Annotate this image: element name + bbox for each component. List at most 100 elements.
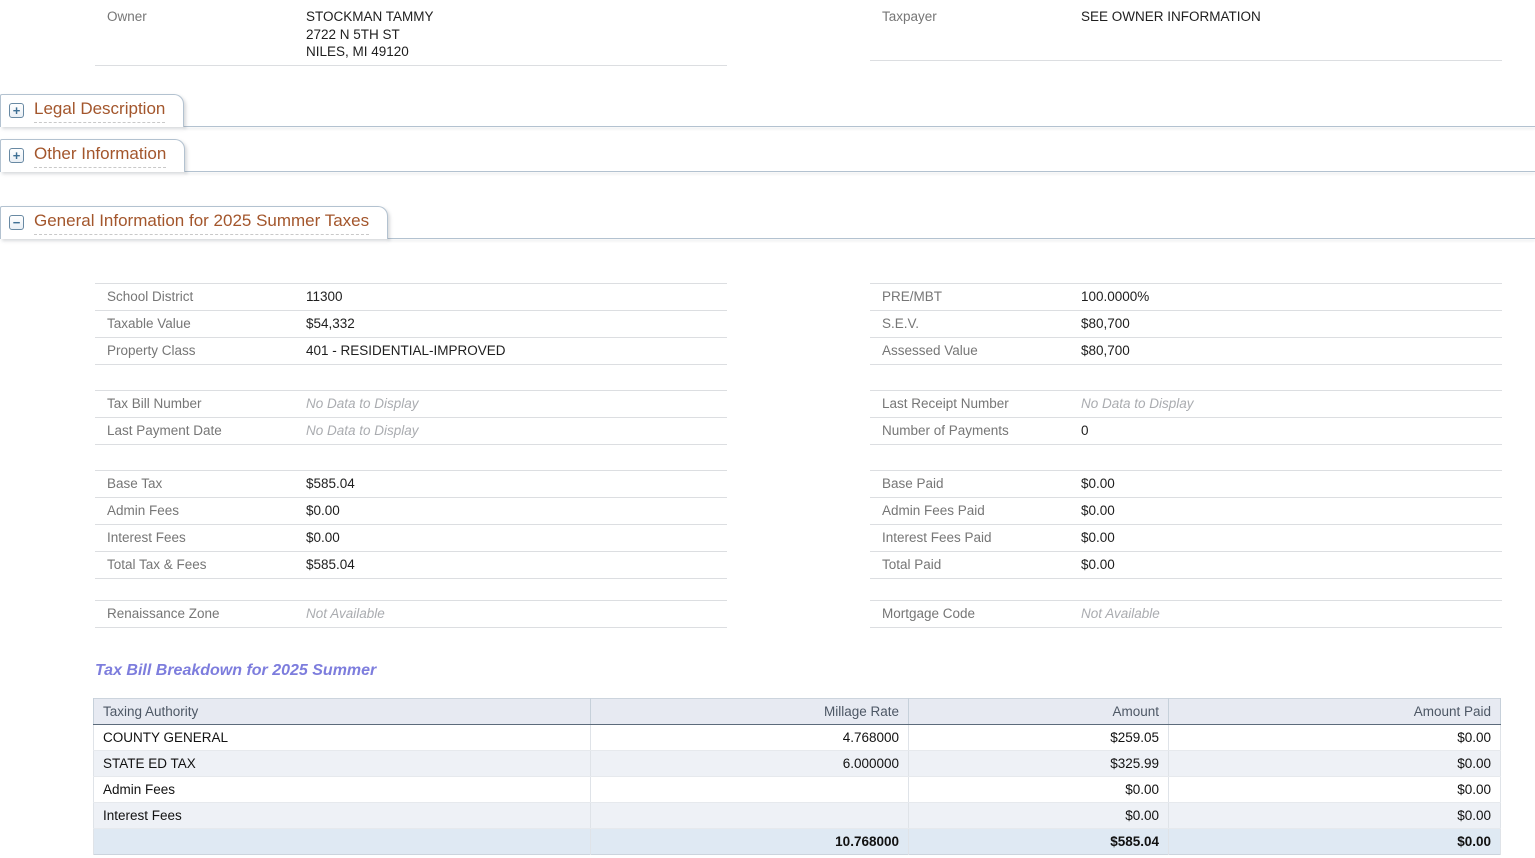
tab-title-legal-description: Legal Description — [34, 99, 166, 123]
collapse-icon[interactable]: − — [9, 215, 24, 230]
field-value: No Data to Display — [306, 422, 419, 438]
field-value: $0.00 — [1081, 556, 1115, 572]
field-value: $80,700 — [1081, 315, 1130, 331]
cell-amount: $0.00 — [908, 802, 1169, 829]
tax-totals-group-left: Base Tax $585.04 Admin Fees $0.00 Intere… — [95, 469, 727, 579]
field-value: 401 - RESIDENTIAL-IMPROVED — [306, 342, 506, 358]
column-header-taxing-authority: Taxing Authority — [93, 698, 591, 725]
cell-taxing-authority: Admin Fees — [93, 776, 591, 803]
field-row-interest-fees-paid: Interest Fees Paid $0.00 — [870, 525, 1502, 552]
field-row-renaissance-zone: Renaissance Zone Not Available — [95, 601, 727, 628]
field-label: Base Paid — [882, 475, 944, 491]
field-row-number-of-payments: Number of Payments 0 — [870, 418, 1502, 445]
owner-name: STOCKMAN TAMMY — [306, 9, 434, 24]
field-value: $54,332 — [306, 315, 355, 331]
field-value: $0.00 — [306, 502, 340, 518]
tab-title-other-information: Other Information — [34, 144, 167, 168]
taxpayer-value: SEE OWNER INFORMATION — [1081, 9, 1261, 24]
section-divider — [388, 237, 1535, 239]
field-row-interest-fees: Interest Fees $0.00 — [95, 525, 727, 552]
field-value: $585.04 — [306, 475, 355, 491]
section-row-general-information: − General Information for 2025 Summer Ta… — [0, 205, 1535, 239]
field-row-tax-bill-number: Tax Bill Number No Data to Display — [95, 391, 727, 418]
cell-taxing-authority: Interest Fees — [93, 802, 591, 829]
field-value: 11300 — [306, 288, 343, 304]
tab-other-information[interactable]: + Other Information — [0, 138, 186, 172]
cell-amount: $0.00 — [908, 776, 1169, 803]
billing-group-left: Tax Bill Number No Data to Display Last … — [95, 389, 727, 445]
tab-legal-description[interactable]: + Legal Description — [0, 93, 185, 127]
paid-totals-group-right: Base Paid $0.00 Admin Fees Paid $0.00 In… — [870, 469, 1502, 579]
section-divider — [184, 125, 1535, 127]
cell-amount-paid: $0.00 — [1168, 776, 1501, 803]
field-value: $80,700 — [1081, 342, 1130, 358]
field-value: 0 — [1081, 422, 1089, 438]
cell-total-millage-rate: 10.768000 — [590, 827, 909, 854]
section-row-other-information: + Other Information — [0, 138, 1535, 172]
field-value: $0.00 — [1081, 529, 1115, 545]
owner-address-line1: 2722 N 5TH ST — [306, 26, 400, 42]
field-row-sev: S.E.V. $80,700 — [870, 311, 1502, 338]
assessment-group-right: PRE/MBT 100.0000% S.E.V. $80,700 Assesse… — [870, 282, 1502, 365]
field-row-admin-fees-paid: Admin Fees Paid $0.00 — [870, 498, 1502, 525]
field-label: Interest Fees Paid — [882, 529, 992, 545]
field-row-total-paid: Total Paid $0.00 — [870, 552, 1502, 579]
field-row-last-payment-date: Last Payment Date No Data to Display — [95, 418, 727, 445]
field-row-assessed-value: Assessed Value $80,700 — [870, 338, 1502, 365]
cell-amount: $325.99 — [908, 750, 1169, 777]
cell-total-amount-paid: $0.00 — [1168, 827, 1501, 854]
field-label: Base Tax — [107, 475, 163, 491]
field-label: Last Receipt Number — [882, 395, 1009, 411]
field-row-mortgage-code: Mortgage Code Not Available — [870, 601, 1502, 628]
field-label: PRE/MBT — [882, 288, 943, 304]
field-value: Not Available — [1081, 605, 1160, 621]
field-label: Interest Fees — [107, 529, 186, 545]
mortgage-group: Mortgage Code Not Available — [870, 599, 1502, 628]
taxpayer-label: Taxpayer — [882, 9, 937, 24]
field-label: Property Class — [107, 342, 196, 358]
owner-value: STOCKMAN TAMMY 2722 N 5TH ST NILES, MI 4… — [306, 8, 434, 61]
field-label: Renaissance Zone — [107, 605, 220, 621]
field-label: Admin Fees — [107, 502, 180, 518]
column-header-millage-rate: Millage Rate — [590, 698, 909, 725]
field-row-base-paid: Base Paid $0.00 — [870, 471, 1502, 498]
field-value: No Data to Display — [306, 395, 419, 411]
table-row-interest-fees: Interest Fees $0.00 $0.00 — [93, 802, 1501, 829]
field-label: Number of Payments — [882, 422, 1009, 438]
tab-general-information[interactable]: − General Information for 2025 Summer Ta… — [0, 205, 389, 239]
cell-millage-rate — [590, 776, 909, 803]
general-information-section: School District 11300 Taxable Value $54,… — [0, 282, 1535, 855]
billing-group-right: Last Receipt Number No Data to Display N… — [870, 389, 1502, 445]
table-total-row: 10.768000 $585.04 $0.00 — [93, 827, 1501, 854]
field-row-pre-mbt: PRE/MBT 100.0000% — [870, 284, 1502, 311]
field-label: School District — [107, 288, 194, 304]
table-row-county-general: COUNTY GENERAL 4.768000 $259.05 $0.00 — [93, 724, 1501, 751]
field-label: Last Payment Date — [107, 422, 222, 438]
field-value: 100.0000% — [1081, 288, 1150, 304]
cell-taxing-authority: COUNTY GENERAL — [93, 724, 591, 751]
field-label: Total Paid — [882, 556, 942, 572]
expand-icon[interactable]: + — [9, 148, 24, 163]
owner-label: Owner — [107, 9, 147, 24]
expand-icon[interactable]: + — [9, 103, 24, 118]
field-row-total-tax-fees: Total Tax & Fees $585.04 — [95, 552, 727, 579]
field-value: $585.04 — [306, 556, 355, 572]
field-label: Tax Bill Number — [107, 395, 202, 411]
cell-amount-paid: $0.00 — [1168, 750, 1501, 777]
field-value: $0.00 — [1081, 475, 1115, 491]
field-label: S.E.V. — [882, 315, 920, 331]
field-row-last-receipt-number: Last Receipt Number No Data to Display — [870, 391, 1502, 418]
field-value: No Data to Display — [1081, 395, 1194, 411]
field-value: $0.00 — [1081, 502, 1115, 518]
table-row-admin-fees: Admin Fees $0.00 $0.00 — [93, 776, 1501, 803]
field-row-owner: Owner STOCKMAN TAMMY 2722 N 5TH ST NILES… — [95, 4, 727, 66]
cell-millage-rate — [590, 802, 909, 829]
owner-taxpayer-section: Owner STOCKMAN TAMMY 2722 N 5TH ST NILES… — [0, 0, 1535, 66]
table-row-state-ed-tax: STATE ED TAX 6.000000 $325.99 $0.00 — [93, 750, 1501, 777]
renaissance-group: Renaissance Zone Not Available — [95, 599, 727, 628]
cell-millage-rate: 4.768000 — [590, 724, 909, 751]
field-row-taxpayer: Taxpayer SEE OWNER INFORMATION — [870, 4, 1502, 61]
tab-title-general-information: General Information for 2025 Summer Taxe… — [34, 211, 370, 235]
field-row-taxable-value: Taxable Value $54,332 — [95, 311, 727, 338]
cell-amount-paid: $0.00 — [1168, 724, 1501, 751]
